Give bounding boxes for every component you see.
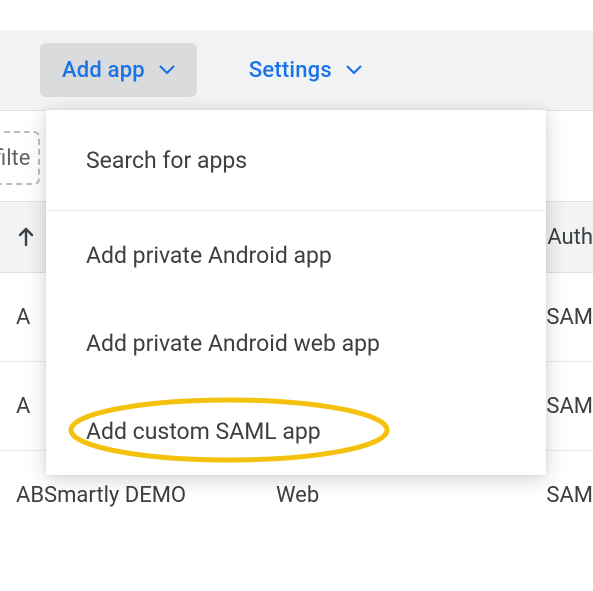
menu-item-label: Add custom SAML app: [86, 418, 321, 445]
cell-type: Web: [276, 483, 396, 508]
screenshot-root: Add app Settings filte Auth A SAM A SAM: [0, 0, 593, 591]
menu-item-label: Add private Android web app: [86, 330, 380, 357]
menu-item-search-apps[interactable]: Search for apps: [46, 110, 546, 210]
caret-down-icon: [346, 65, 362, 75]
cell-auth: SAM: [546, 394, 593, 419]
filter-placeholder: filte: [0, 146, 30, 171]
column-header-auth[interactable]: Auth: [547, 225, 593, 250]
settings-label: Settings: [249, 58, 332, 83]
settings-button[interactable]: Settings: [227, 43, 384, 97]
menu-item-add-custom-saml[interactable]: Add custom SAML app: [46, 387, 546, 475]
sort-ascending-icon[interactable]: [14, 225, 38, 249]
filter-chip[interactable]: filte: [0, 131, 40, 185]
top-spacer: [0, 0, 593, 30]
menu-item-label: Search for apps: [86, 147, 247, 174]
menu-item-add-private-android-web[interactable]: Add private Android web app: [46, 299, 546, 387]
menu-item-add-private-android[interactable]: Add private Android app: [46, 211, 546, 299]
cell-auth: SAM: [546, 483, 593, 508]
add-app-dropdown-menu: Search for apps Add private Android app …: [46, 110, 546, 475]
toolbar: Add app Settings: [0, 30, 593, 111]
add-app-button[interactable]: Add app: [40, 43, 197, 97]
menu-section: Search for apps: [46, 110, 546, 211]
menu-item-label: Add private Android app: [86, 242, 332, 269]
caret-down-icon: [159, 65, 175, 75]
menu-section: Add private Android app Add private Andr…: [46, 211, 546, 475]
add-app-label: Add app: [62, 58, 145, 83]
cell-auth: SAM: [546, 305, 593, 330]
cell-name: ABSmartly DEMO: [16, 483, 276, 508]
